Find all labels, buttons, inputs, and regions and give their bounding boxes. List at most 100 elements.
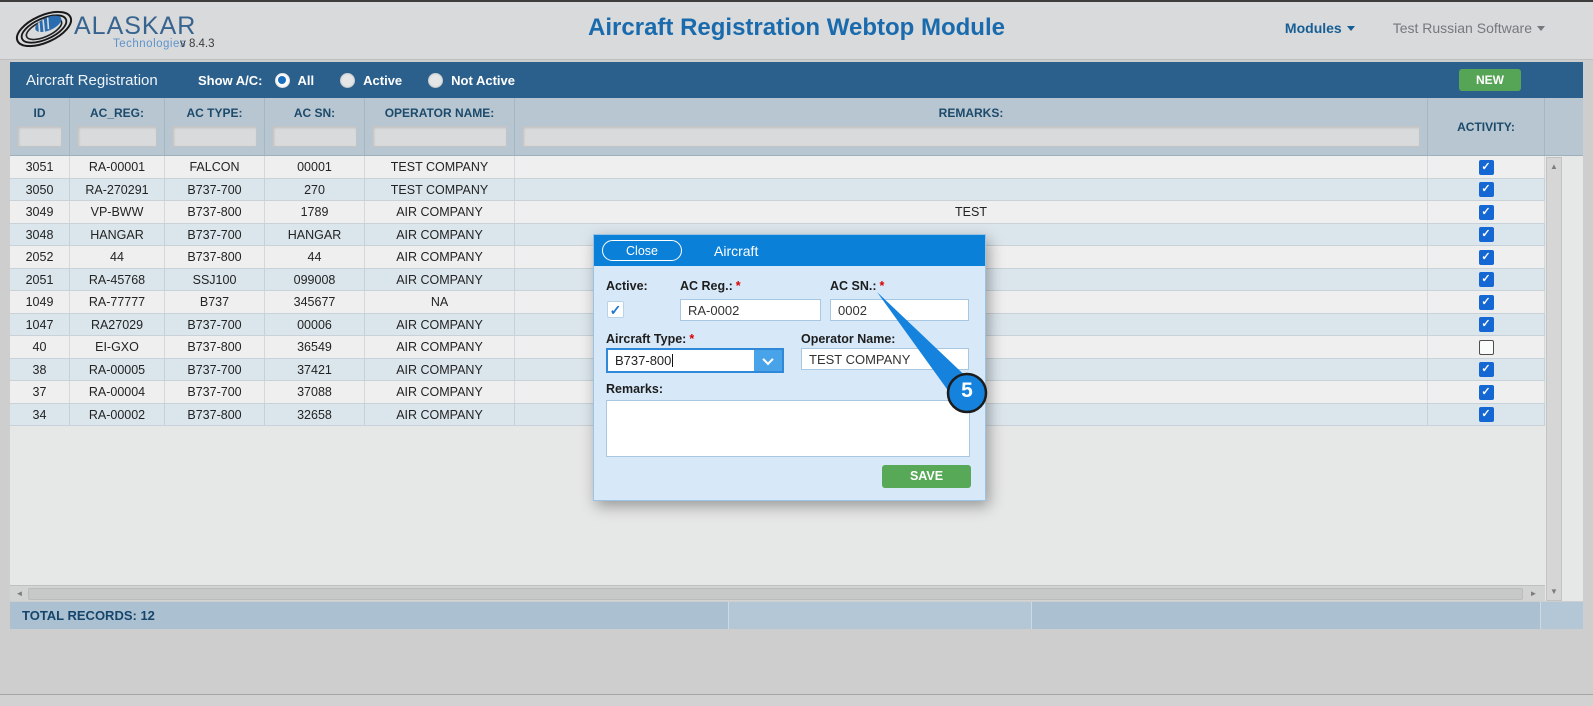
dialog-title: Aircraft [714, 242, 759, 259]
activity-checkbox[interactable]: ✓ [1478, 182, 1494, 197]
cell-ac-reg: VP-BWW [70, 201, 165, 223]
cell-operator: AIR COMPANY [365, 358, 515, 380]
activity-checkbox[interactable]: ✓ [1478, 204, 1494, 220]
filter-input-ac-reg[interactable] [77, 126, 157, 147]
modal-active-checkbox[interactable]: ✓ [607, 301, 624, 318]
activity-checkbox[interactable] [1478, 339, 1494, 355]
cell-ac-sn: 36549 [265, 336, 365, 358]
col-header-ac-reg[interactable]: AC_REG: [70, 98, 164, 126]
column-remarks: REMARKS: [515, 98, 1428, 155]
cell-ac-type: B737-700 [165, 313, 265, 335]
cell-ac-type: B737-700 [165, 358, 265, 380]
save-button[interactable]: SAVE [882, 465, 971, 488]
cell-remarks [515, 156, 1428, 178]
cell-id: 3051 [10, 156, 70, 178]
table-row[interactable]: 3049 VP-BWW B737-800 1789 AIR COMPANY TE… [10, 201, 1545, 224]
col-header-operator[interactable]: OPERATOR NAME: [365, 98, 514, 126]
cell-activity: ✓ [1428, 358, 1545, 380]
ac-sn-label: AC SN.: * [830, 279, 884, 293]
ac-reg-field[interactable] [680, 299, 821, 321]
filter-input-operator[interactable] [372, 126, 507, 147]
cell-activity: ✓ [1428, 291, 1545, 313]
show-ac-radio-option[interactable]: Not Active [428, 72, 515, 88]
close-button[interactable]: Close [602, 240, 682, 261]
filter-input-ac-type[interactable] [172, 126, 257, 147]
cell-ac-sn: 32658 [265, 403, 365, 425]
ac-reg-label-text: AC Reg.: [680, 279, 733, 293]
col-header-ac-type[interactable]: AC TYPE: [165, 98, 264, 126]
text-cursor [672, 354, 674, 367]
filter-input-ac-sn[interactable] [272, 126, 357, 147]
filter-input-id[interactable] [17, 126, 62, 147]
scroll-left-icon[interactable]: ◄ [12, 586, 27, 601]
bottom-strip [0, 695, 1593, 706]
activity-checkbox[interactable]: ✓ [1478, 317, 1494, 332]
aircraft-type-label: Aircraft Type: * [606, 332, 694, 346]
cell-ac-reg: RA-00002 [70, 403, 165, 425]
cell-ac-sn: 270 [265, 178, 365, 200]
col-header-ac-sn[interactable]: AC SN: [265, 98, 364, 126]
ac-sn-field[interactable] [830, 299, 969, 321]
modules-menu[interactable]: Modules [1285, 20, 1355, 36]
filter-input-remarks[interactable] [522, 126, 1420, 147]
cell-ac-type: FALCON [165, 156, 265, 178]
activity-checkbox[interactable]: ✓ [1478, 272, 1494, 287]
panel-toolbar: Aircraft Registration Show A/C: All Acti… [10, 62, 1583, 98]
cell-operator: AIR COMPANY [365, 313, 515, 335]
table-row[interactable]: 3051 RA-00001 FALCON 00001 TEST COMPANY … [10, 156, 1545, 179]
activity-checkbox[interactable]: ✓ [1478, 407, 1494, 422]
col-header-remarks[interactable]: REMARKS: [515, 98, 1427, 126]
remarks-label: Remarks: [606, 382, 663, 396]
activity-checkbox[interactable]: ✓ [1478, 384, 1494, 400]
cell-activity: ✓ [1428, 246, 1545, 268]
cell-id: 34 [10, 403, 70, 425]
activity-checkbox[interactable]: ✓ [1478, 159, 1494, 175]
cell-activity: ✓ [1428, 178, 1545, 200]
activity-checkbox[interactable]: ✓ [1478, 227, 1494, 242]
scroll-down-icon[interactable]: ▼ [1547, 584, 1561, 599]
grid-footer: TOTAL RECORDS: 12 [10, 602, 1583, 629]
cell-activity: ✓ [1428, 403, 1545, 425]
operator-name-field[interactable] [801, 348, 969, 370]
cell-activity: ✓ [1428, 223, 1545, 245]
cell-id: 38 [10, 358, 70, 380]
cell-ac-reg: EI-GXO [70, 336, 165, 358]
vertical-scrollbar[interactable]: ▲ ▼ [1546, 157, 1562, 601]
scroll-right-icon[interactable]: ► [1526, 586, 1541, 601]
radio-option-label: Not Active [451, 72, 515, 88]
hscroll-thumb[interactable] [28, 587, 1523, 600]
cell-ac-reg: RA-270291 [70, 178, 165, 200]
activity-checkbox[interactable]: ✓ [1478, 362, 1494, 377]
cell-operator: AIR COMPANY [365, 268, 515, 290]
radio-button-icon [274, 72, 290, 88]
activity-checkbox[interactable]: ✓ [1478, 249, 1494, 265]
scroll-up-icon[interactable]: ▲ [1547, 159, 1561, 174]
combobox-dropdown-button[interactable] [754, 350, 782, 371]
radio-option-label: All [297, 72, 315, 88]
grid-header: ID AC_REG: AC TYPE: AC SN: OPERATOR NAME… [10, 98, 1583, 156]
cell-id: 1049 [10, 291, 70, 313]
app-version: v 8.4.3 [180, 38, 215, 50]
aircraft-type-combobox[interactable]: B737-800 [606, 348, 784, 373]
cell-id: 37 [10, 381, 70, 403]
brand-tagline: Technologies [113, 38, 187, 50]
cell-id: 2051 [10, 268, 70, 290]
cell-ac-reg: RA-00005 [70, 358, 165, 380]
new-button[interactable]: NEW [1459, 69, 1521, 91]
header-filler [1545, 98, 1583, 155]
table-row[interactable]: 3050 RA-270291 B737-700 270 TEST COMPANY… [10, 178, 1545, 201]
user-menu[interactable]: Test Russian Software [1393, 20, 1545, 36]
show-ac-radio-option[interactable]: All [274, 72, 315, 88]
app-header: ALASKAR Technologies v 8.4.3 Aircraft Re… [0, 0, 1593, 60]
activity-checkbox[interactable]: ✓ [1478, 294, 1494, 310]
remarks-field[interactable] [606, 400, 970, 457]
cell-ac-reg: 44 [70, 246, 165, 268]
show-ac-radio-option[interactable]: Active [340, 72, 402, 88]
cell-ac-sn: 00001 [265, 156, 365, 178]
col-header-id[interactable]: ID [10, 98, 69, 126]
col-header-activity[interactable]: ACTIVITY: [1428, 98, 1545, 155]
cell-activity: ✓ [1428, 381, 1545, 403]
cell-ac-type: B737-700 [165, 178, 265, 200]
horizontal-scrollbar[interactable]: ◄ ► [10, 585, 1545, 601]
cell-id: 1047 [10, 313, 70, 335]
